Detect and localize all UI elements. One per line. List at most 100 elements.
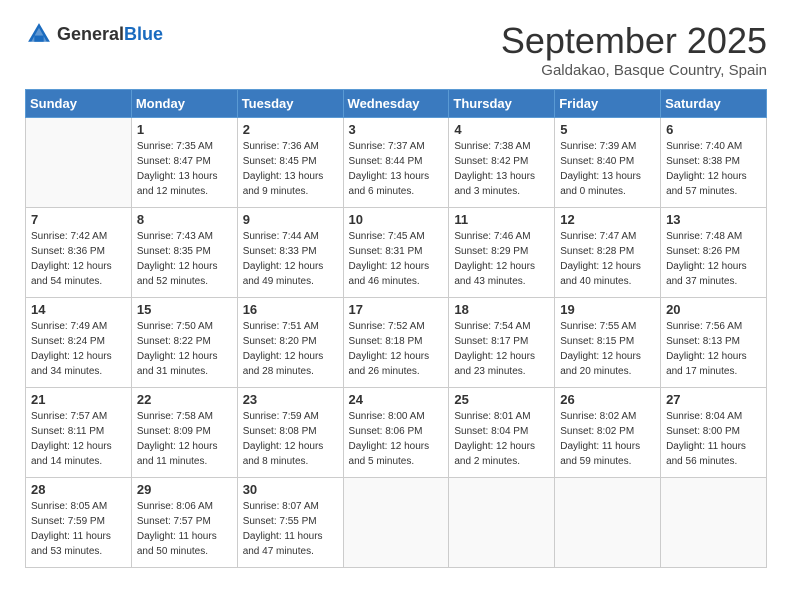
day-info: Sunrise: 7:49 AMSunset: 8:24 PMDaylight:… <box>31 319 126 379</box>
day-info: Sunrise: 7:47 AMSunset: 8:28 PMDaylight:… <box>560 229 655 289</box>
day-info: Sunrise: 8:06 AMSunset: 7:57 PMDaylight:… <box>137 499 232 559</box>
day-info: Sunrise: 7:39 AMSunset: 8:40 PMDaylight:… <box>560 139 655 199</box>
day-info: Sunrise: 7:42 AMSunset: 8:36 PMDaylight:… <box>31 229 126 289</box>
day-info: Sunrise: 8:01 AMSunset: 8:04 PMDaylight:… <box>454 409 549 469</box>
day-number: 18 <box>454 302 549 317</box>
day-cell: 3 Sunrise: 7:37 AMSunset: 8:44 PMDaylight… <box>343 118 449 208</box>
day-cell: 16 Sunrise: 7:51 AMSunset: 8:20 PMDayligh… <box>237 298 343 388</box>
day-cell: 6Sunrise: 7:40 AMSunset: 8:38 PMDaylight… <box>661 118 767 208</box>
day-info: Sunrise: 7:36 AMSunset: 8:45 PMDaylight:… <box>243 139 338 199</box>
week-row-3: 14 Sunrise: 7:49 AMSunset: 8:24 PMDayligh… <box>26 298 767 388</box>
day-cell: 19Sunrise: 7:55 AMSunset: 8:15 PMDayligh… <box>555 298 661 388</box>
header-row: SundayMondayTuesdayWednesdayThursdayFrid… <box>26 90 767 118</box>
day-info: Sunrise: 7:50 AMSunset: 8:22 PMDaylight:… <box>137 319 232 379</box>
day-info: Sunrise: 8:05 AMSunset: 7:59 PMDaylight:… <box>31 499 126 559</box>
day-number: 14 <box>31 302 126 317</box>
day-cell <box>555 478 661 568</box>
calendar-table: SundayMondayTuesdayWednesdayThursdayFrid… <box>25 89 767 568</box>
day-number: 24 <box>349 392 444 407</box>
day-info: Sunrise: 8:04 AMSunset: 8:00 PMDaylight:… <box>666 409 761 469</box>
day-cell: 13Sunrise: 7:48 AMSunset: 8:26 PMDayligh… <box>661 208 767 298</box>
day-number: 7 <box>31 212 126 227</box>
day-cell: 21 Sunrise: 7:57 AMSunset: 8:11 PMDayligh… <box>26 388 132 478</box>
day-cell: 7 Sunrise: 7:42 AMSunset: 8:36 PMDaylight… <box>26 208 132 298</box>
day-info: Sunrise: 7:44 AMSunset: 8:33 PMDaylight:… <box>243 229 338 289</box>
week-row-4: 21 Sunrise: 7:57 AMSunset: 8:11 PMDayligh… <box>26 388 767 478</box>
month-title: September 2025 <box>501 20 767 62</box>
day-number: 26 <box>560 392 655 407</box>
day-cell: 30 Sunrise: 8:07 AMSunset: 7:55 PMDayligh… <box>237 478 343 568</box>
day-cell <box>343 478 449 568</box>
day-cell: 28 Sunrise: 8:05 AMSunset: 7:59 PMDayligh… <box>26 478 132 568</box>
logo-icon <box>25 20 53 48</box>
day-cell: 18 Sunrise: 7:54 AMSunset: 8:17 PMDayligh… <box>449 298 555 388</box>
title-block: September 2025 Galdakao, Basque Country,… <box>501 20 767 79</box>
day-number: 21 <box>31 392 126 407</box>
day-cell: 26Sunrise: 8:02 AMSunset: 8:02 PMDayligh… <box>555 388 661 478</box>
location: Galdakao, Basque Country, Spain <box>501 62 767 79</box>
day-cell: 15 Sunrise: 7:50 AMSunset: 8:22 PMDayligh… <box>131 298 237 388</box>
day-number: 17 <box>349 302 444 317</box>
day-cell: 10Sunrise: 7:45 AMSunset: 8:31 PMDayligh… <box>343 208 449 298</box>
day-info: Sunrise: 7:57 AMSunset: 8:11 PMDaylight:… <box>31 409 126 469</box>
week-row-5: 28 Sunrise: 8:05 AMSunset: 7:59 PMDayligh… <box>26 478 767 568</box>
day-info: Sunrise: 7:38 AMSunset: 8:42 PMDaylight:… <box>454 139 549 199</box>
day-number: 30 <box>243 482 338 497</box>
logo-blue: Blue <box>124 24 163 44</box>
day-info: Sunrise: 7:51 AMSunset: 8:20 PMDaylight:… <box>243 319 338 379</box>
day-number: 1 <box>137 122 232 137</box>
day-cell: 5 Sunrise: 7:39 AMSunset: 8:40 PMDaylight… <box>555 118 661 208</box>
day-number: 5 <box>560 122 655 137</box>
logo-general: General <box>57 24 124 44</box>
day-number: 12 <box>560 212 655 227</box>
day-cell: 11 Sunrise: 7:46 AMSunset: 8:29 PMDayligh… <box>449 208 555 298</box>
day-info: Sunrise: 7:56 AMSunset: 8:13 PMDaylight:… <box>666 319 761 379</box>
day-cell <box>26 118 132 208</box>
day-cell: 14 Sunrise: 7:49 AMSunset: 8:24 PMDayligh… <box>26 298 132 388</box>
day-info: Sunrise: 7:55 AMSunset: 8:15 PMDaylight:… <box>560 319 655 379</box>
day-info: Sunrise: 7:37 AMSunset: 8:44 PMDaylight:… <box>349 139 444 199</box>
page-header: GeneralBlue September 2025 Galdakao, Bas… <box>25 20 767 79</box>
day-info: Sunrise: 7:46 AMSunset: 8:29 PMDaylight:… <box>454 229 549 289</box>
day-number: 2 <box>243 122 338 137</box>
day-cell: 8Sunrise: 7:43 AMSunset: 8:35 PMDaylight… <box>131 208 237 298</box>
day-cell: 25Sunrise: 8:01 AMSunset: 8:04 PMDayligh… <box>449 388 555 478</box>
day-info: Sunrise: 7:58 AMSunset: 8:09 PMDaylight:… <box>137 409 232 469</box>
day-number: 27 <box>666 392 761 407</box>
day-cell: 22Sunrise: 7:58 AMSunset: 8:09 PMDayligh… <box>131 388 237 478</box>
day-number: 28 <box>31 482 126 497</box>
day-number: 16 <box>243 302 338 317</box>
day-info: Sunrise: 7:35 AMSunset: 8:47 PMDaylight:… <box>137 139 232 199</box>
header-day-saturday: Saturday <box>661 90 767 118</box>
header-day-wednesday: Wednesday <box>343 90 449 118</box>
day-cell: 27 Sunrise: 8:04 AMSunset: 8:00 PMDayligh… <box>661 388 767 478</box>
day-number: 23 <box>243 392 338 407</box>
logo: GeneralBlue <box>25 20 163 48</box>
week-row-1: 1 Sunrise: 7:35 AMSunset: 8:47 PMDaylight… <box>26 118 767 208</box>
day-info: Sunrise: 7:59 AMSunset: 8:08 PMDaylight:… <box>243 409 338 469</box>
week-row-2: 7 Sunrise: 7:42 AMSunset: 8:36 PMDaylight… <box>26 208 767 298</box>
header-day-sunday: Sunday <box>26 90 132 118</box>
day-number: 8 <box>137 212 232 227</box>
header-day-tuesday: Tuesday <box>237 90 343 118</box>
day-number: 9 <box>243 212 338 227</box>
day-cell: 9 Sunrise: 7:44 AMSunset: 8:33 PMDaylight… <box>237 208 343 298</box>
day-number: 3 <box>349 122 444 137</box>
day-number: 15 <box>137 302 232 317</box>
day-cell: 17Sunrise: 7:52 AMSunset: 8:18 PMDayligh… <box>343 298 449 388</box>
day-info: Sunrise: 7:54 AMSunset: 8:17 PMDaylight:… <box>454 319 549 379</box>
day-number: 11 <box>454 212 549 227</box>
day-cell: 1 Sunrise: 7:35 AMSunset: 8:47 PMDaylight… <box>131 118 237 208</box>
day-cell <box>449 478 555 568</box>
header-day-monday: Monday <box>131 90 237 118</box>
day-number: 4 <box>454 122 549 137</box>
day-cell: 20Sunrise: 7:56 AMSunset: 8:13 PMDayligh… <box>661 298 767 388</box>
day-cell: 12 Sunrise: 7:47 AMSunset: 8:28 PMDayligh… <box>555 208 661 298</box>
day-number: 6 <box>666 122 761 137</box>
day-info: Sunrise: 8:07 AMSunset: 7:55 PMDaylight:… <box>243 499 338 559</box>
day-number: 13 <box>666 212 761 227</box>
day-info: Sunrise: 8:00 AMSunset: 8:06 PMDaylight:… <box>349 409 444 469</box>
day-number: 10 <box>349 212 444 227</box>
day-cell: 24 Sunrise: 8:00 AMSunset: 8:06 PMDayligh… <box>343 388 449 478</box>
day-cell: 2 Sunrise: 7:36 AMSunset: 8:45 PMDaylight… <box>237 118 343 208</box>
